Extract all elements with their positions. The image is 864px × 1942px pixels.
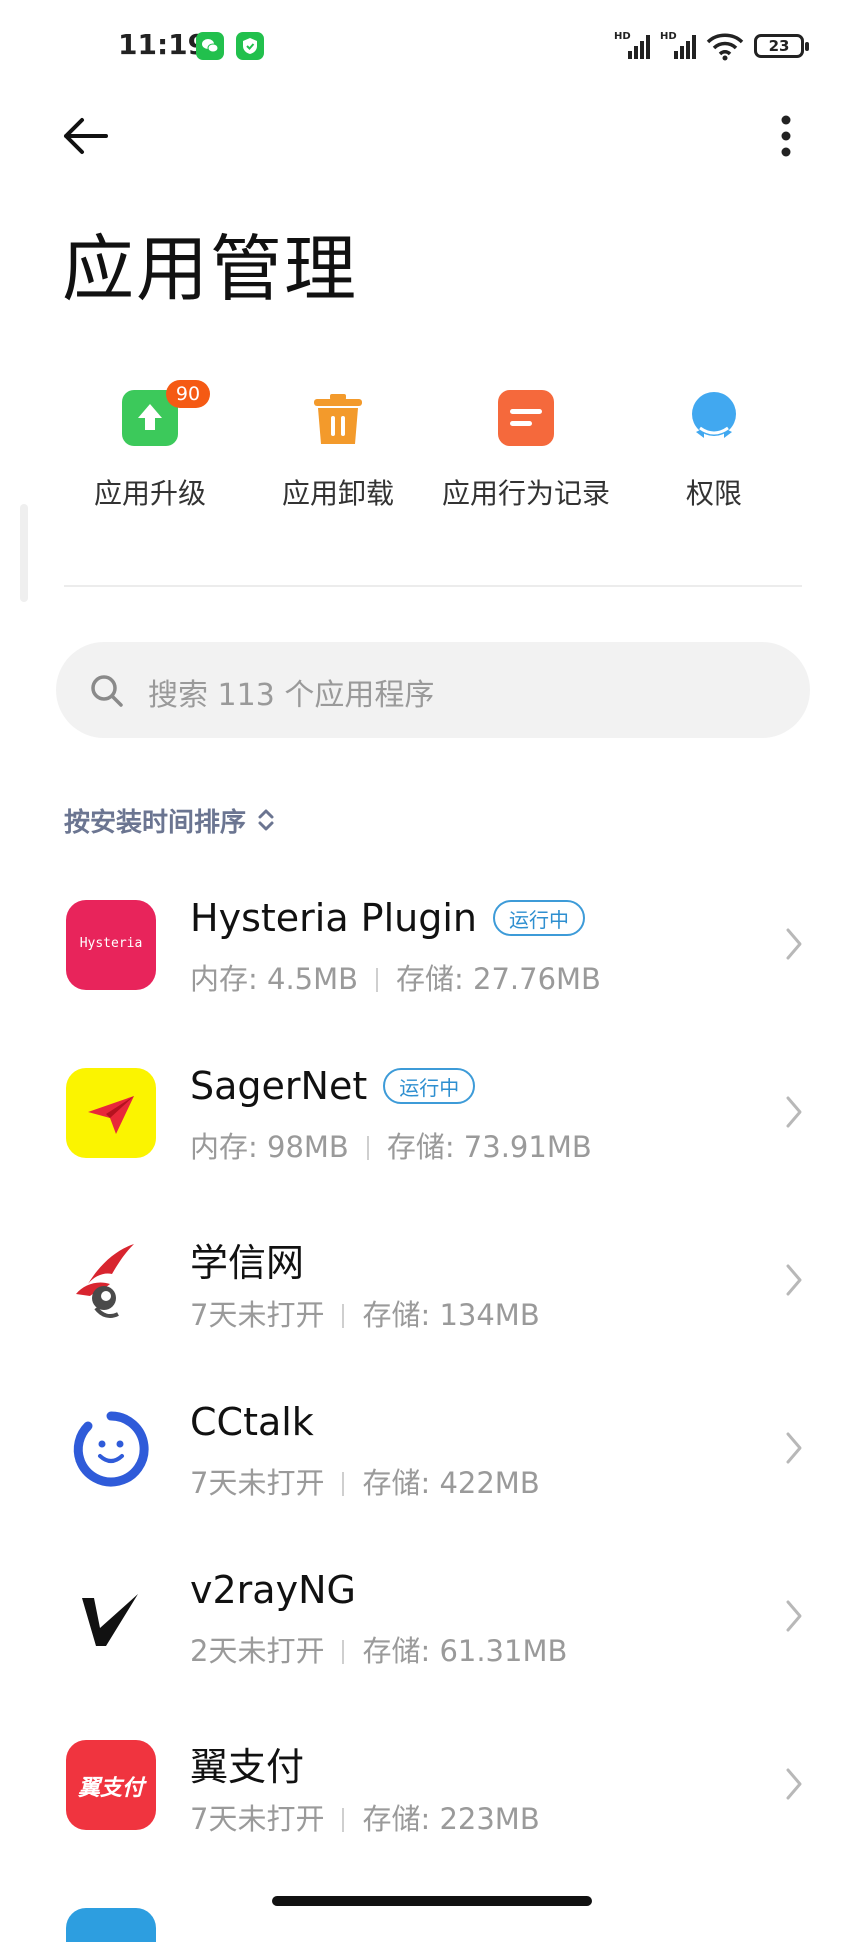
chevron-right-icon: [786, 1096, 802, 1128]
app-meta: 7天未打开 存储: 134MB: [190, 1298, 540, 1332]
app-name: 翼支付: [190, 1745, 305, 1789]
divider: [64, 585, 802, 587]
xuexinwang-app-icon: [66, 1236, 156, 1326]
status-bar: 11:19 HD HD 23: [0, 0, 864, 96]
chevron-right-icon: [786, 1264, 802, 1296]
app-row-partial[interactable]: [0, 1882, 864, 1942]
hysteria-app-icon: Hysteria: [66, 900, 156, 990]
app-row-xuexinwang[interactable]: 学信网 7天未打开 存储: 134MB: [0, 1210, 864, 1378]
app-uninstall-button[interactable]: 应用卸载: [244, 380, 432, 520]
page-title: 应用管理: [62, 227, 359, 311]
running-badge: 运行中: [383, 1068, 476, 1104]
sagernet-app-icon: [66, 1068, 156, 1158]
app-upgrade-button[interactable]: 90 应用升级: [56, 380, 244, 520]
partial-app-icon: [66, 1908, 156, 1942]
quick-action-label: 权限: [685, 477, 742, 510]
app-name: SagerNet: [190, 1064, 368, 1108]
v2rayng-app-icon: [66, 1572, 156, 1662]
arrow-left-icon: [64, 118, 108, 154]
chevron-up-down-icon: [258, 809, 274, 831]
quick-action-label: 应用升级: [93, 477, 206, 510]
chevron-right-icon: [786, 1600, 802, 1632]
side-handle[interactable]: [20, 504, 28, 602]
more-button[interactable]: [766, 110, 806, 162]
app-row-bestpay[interactable]: 翼支付 翼支付 7天未打开 存储: 223MB: [0, 1714, 864, 1882]
home-indicator[interactable]: [272, 1896, 592, 1906]
wifi-icon: [706, 33, 744, 61]
quick-action-label: 应用行为记录: [441, 477, 610, 510]
shield-icon: [236, 32, 264, 60]
sort-selector[interactable]: 按安装时间排序: [64, 800, 276, 840]
update-count-badge: 90: [166, 380, 210, 408]
app-name: CCtalk: [190, 1400, 314, 1444]
app-row-hysteria-plugin[interactable]: Hysteria Hysteria Plugin 运行中 内存: 4.5MB 存储…: [0, 874, 864, 1042]
running-badge: 运行中: [493, 900, 586, 936]
app-row-v2rayng[interactable]: v2rayNG 2天未打开 存储: 61.31MB: [0, 1546, 864, 1714]
signal-icon-2: HD: [660, 31, 696, 61]
signal-icon: HD: [614, 31, 650, 61]
quick-actions: 90 应用升级 应用卸载 应用行为记录 权限: [56, 380, 808, 520]
chevron-right-icon: [786, 1432, 802, 1464]
app-name: v2rayNG: [190, 1568, 356, 1612]
app-meta: 2天未打开 存储: 61.31MB: [190, 1634, 568, 1668]
search-icon: [91, 675, 123, 707]
app-behavior-log-button[interactable]: 应用行为记录: [432, 380, 620, 520]
app-row-cctalk[interactable]: CCtalk 7天未打开 存储: 422MB: [0, 1378, 864, 1546]
battery-icon: 23: [754, 34, 809, 58]
quick-action-label: 应用卸载: [281, 477, 394, 510]
app-name: 学信网: [190, 1241, 305, 1285]
search-placeholder: 搜索 113 个应用程序: [148, 678, 435, 713]
search-input[interactable]: 搜索 113 个应用程序: [56, 642, 810, 738]
trash-icon: [310, 390, 366, 446]
wechat-icon: [196, 32, 224, 60]
more-vertical-icon: [781, 115, 791, 157]
app-meta: 内存: 98MB 存储: 73.91MB: [190, 1130, 592, 1164]
app-meta: 7天未打开 存储: 223MB: [190, 1802, 540, 1836]
app-name: Hysteria Plugin: [190, 896, 478, 940]
cctalk-app-icon: [66, 1404, 156, 1494]
permissions-button[interactable]: 权限: [620, 380, 808, 520]
status-time: 11:19: [118, 28, 208, 61]
app-meta: 7天未打开 存储: 422MB: [190, 1466, 540, 1500]
sort-label: 按安装时间排序: [64, 807, 247, 838]
behavior-log-icon: [498, 390, 554, 446]
permissions-icon: [686, 390, 742, 446]
chevron-right-icon: [786, 928, 802, 960]
chevron-right-icon: [786, 1768, 802, 1800]
back-button[interactable]: [56, 110, 116, 162]
app-row-sagernet[interactable]: SagerNet 运行中 内存: 98MB 存储: 73.91MB: [0, 1042, 864, 1210]
bestpay-app-icon: 翼支付: [66, 1740, 156, 1830]
app-list: Hysteria Hysteria Plugin 运行中 内存: 4.5MB 存储…: [0, 874, 864, 1942]
app-meta: 内存: 4.5MB 存储: 27.76MB: [190, 962, 601, 996]
